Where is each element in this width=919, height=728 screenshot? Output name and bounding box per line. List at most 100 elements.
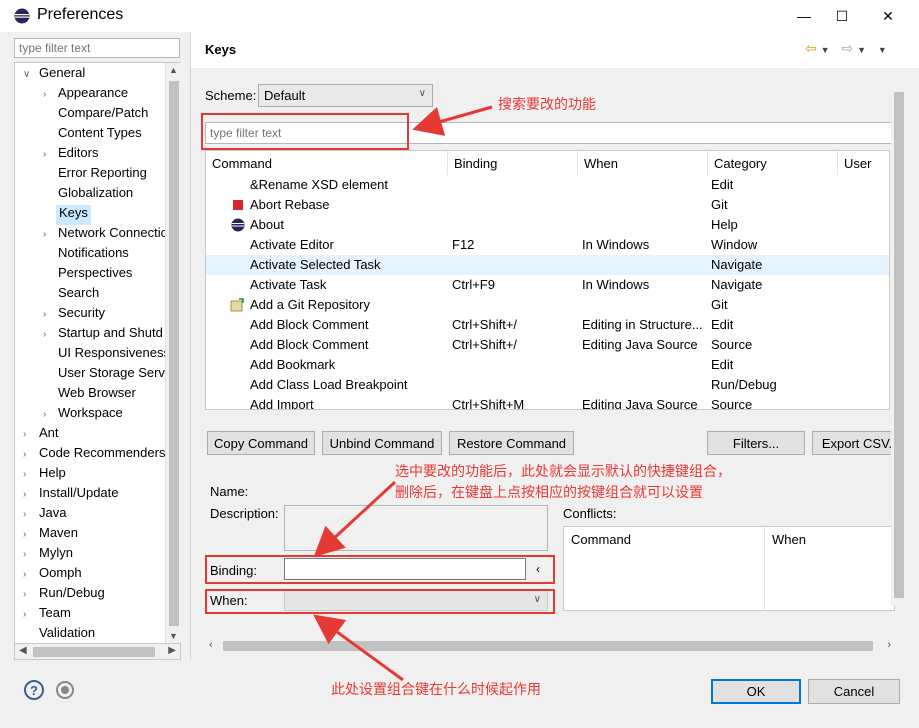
chevron-right-icon[interactable]: ›	[23, 449, 33, 460]
scroll-up-icon[interactable]: ▲	[169, 65, 178, 75]
column-header-when[interactable]: When	[578, 151, 708, 175]
column-header-user[interactable]: User	[838, 151, 889, 175]
tree-item-install-update[interactable]: Install/Update	[39, 485, 119, 505]
preferences-tree: ∨ General › Appearance Compare/Patch Con…	[14, 62, 181, 644]
tree-item-ant[interactable]: Ant	[39, 425, 59, 445]
conflicts-header-command[interactable]: Command	[571, 532, 631, 547]
pane-divider[interactable]	[190, 32, 191, 660]
scroll-thumb[interactable]	[223, 641, 873, 651]
table-row[interactable]: Add Bookmark Edit	[206, 355, 889, 375]
conflicts-header-when[interactable]: When	[772, 532, 806, 547]
scroll-left-icon[interactable]: ‹	[209, 639, 213, 651]
tree-item-ui-responsiveness[interactable]: UI Responsiveness	[58, 345, 170, 365]
scroll-left-icon[interactable]: ◀	[19, 645, 27, 656]
chevron-right-icon[interactable]: ›	[43, 89, 53, 100]
table-row[interactable]: Add a Git Repository Git	[206, 295, 889, 315]
chevron-right-icon[interactable]: ›	[23, 509, 33, 520]
unbind-command-button[interactable]: Unbind Command	[322, 431, 442, 455]
table-row-selected[interactable]: Activate Selected Task Navigate	[206, 255, 889, 275]
tree-item-perspectives[interactable]: Perspectives	[58, 265, 132, 285]
tree-item-content-types[interactable]: Content Types	[58, 125, 142, 145]
scroll-down-icon[interactable]: ▼	[169, 631, 178, 641]
tree-item-oomph[interactable]: Oomph	[39, 565, 82, 585]
scroll-thumb[interactable]	[169, 81, 179, 626]
tree-item-general[interactable]: General	[39, 65, 85, 85]
tree-item-editors[interactable]: Editors	[58, 145, 98, 165]
restore-command-button[interactable]: Restore Command	[449, 431, 574, 455]
scheme-select[interactable]: Default ∨	[258, 84, 433, 107]
tree-item-maven[interactable]: Maven	[39, 525, 78, 545]
tree-item-network[interactable]: Network Connectio	[58, 225, 168, 245]
table-row[interactable]: &Rename XSD element Edit	[206, 175, 889, 195]
table-row[interactable]: Add Class Load Breakpoint Run/Debug	[206, 375, 889, 395]
chevron-right-icon[interactable]: ›	[43, 329, 53, 340]
tree-item-code-recommenders[interactable]: Code Recommenders	[39, 445, 165, 465]
scroll-thumb[interactable]	[33, 647, 155, 657]
tree-item-help[interactable]: Help	[39, 465, 66, 485]
table-row[interactable]: Activate Task Ctrl+F9 In Windows Navigat…	[206, 275, 889, 295]
scroll-right-icon[interactable]: ▶	[168, 645, 176, 656]
chevron-down-icon[interactable]: ▼	[821, 45, 830, 55]
copy-command-button[interactable]: Copy Command	[207, 431, 315, 455]
tree-horizontal-scrollbar[interactable]: ◀ ▶	[14, 644, 181, 660]
sort-ascending-icon: ˆ	[324, 150, 328, 159]
chevron-right-icon[interactable]: ›	[23, 469, 33, 480]
back-arrow-icon[interactable]: ⇦	[805, 40, 817, 56]
chevron-right-icon[interactable]: ›	[43, 309, 53, 320]
chevron-right-icon[interactable]: ›	[43, 149, 53, 160]
forward-arrow-icon[interactable]: ⇨	[841, 40, 853, 56]
tree-item-mylyn[interactable]: Mylyn	[39, 545, 73, 565]
table-row[interactable]: Add Block Comment Ctrl+Shift+/ Editing i…	[206, 315, 889, 335]
tree-item-validation[interactable]: Validation	[39, 625, 95, 643]
view-menu-icon[interactable]: ▼	[878, 45, 887, 55]
filters-button[interactable]: Filters...	[707, 431, 805, 455]
scroll-right-icon[interactable]: ›	[887, 639, 891, 651]
scroll-thumb[interactable]	[894, 92, 904, 598]
chevron-right-icon[interactable]: ›	[23, 529, 33, 540]
tree-item-java[interactable]: Java	[39, 505, 66, 525]
tree-vertical-scrollbar[interactable]: ▲ ▼	[165, 63, 181, 643]
column-header-category[interactable]: Category	[708, 151, 838, 175]
annotation-box-binding	[205, 555, 555, 584]
tree-item-web-browser[interactable]: Web Browser	[58, 385, 136, 405]
table-row[interactable]: Abort Rebase Git	[206, 195, 889, 215]
table-row[interactable]: Add Import Ctrl+Shift+M Editing Java Sou…	[206, 395, 889, 409]
table-row[interactable]: Add Block Comment Ctrl+Shift+/ Editing J…	[206, 335, 889, 355]
left-filter-input[interactable]	[14, 38, 180, 58]
tree-item-keys[interactable]: Keys	[56, 205, 91, 225]
tree-item-startup[interactable]: Startup and Shutd	[58, 325, 163, 345]
chevron-right-icon[interactable]: ›	[23, 549, 33, 560]
chevron-right-icon[interactable]: ›	[43, 409, 53, 420]
chevron-right-icon[interactable]: ›	[23, 589, 33, 600]
tree-item-run-debug[interactable]: Run/Debug	[39, 585, 105, 605]
cancel-button[interactable]: Cancel	[808, 679, 900, 704]
tree-item-error-reporting[interactable]: Error Reporting	[58, 165, 147, 185]
export-csv-button[interactable]: Export CSV.	[812, 431, 902, 455]
tree-item-search[interactable]: Search	[58, 285, 99, 305]
chevron-right-icon[interactable]: ›	[23, 609, 33, 620]
chevron-down-icon[interactable]: ▼	[857, 45, 866, 55]
tree-item-compare-patch[interactable]: Compare/Patch	[58, 105, 148, 125]
record-icon[interactable]	[56, 681, 74, 699]
chevron-right-icon[interactable]: ›	[43, 229, 53, 240]
tree-item-globalization[interactable]: Globalization	[58, 185, 133, 205]
tree-item-team[interactable]: Team	[39, 605, 71, 625]
chevron-right-icon[interactable]: ›	[23, 569, 33, 580]
ok-button[interactable]: OK	[711, 679, 801, 704]
tree-item-security[interactable]: Security	[58, 305, 105, 325]
column-header-binding[interactable]: Binding	[448, 151, 578, 175]
tree-item-notifications[interactable]: Notifications	[58, 245, 129, 265]
tree-item-appearance[interactable]: Appearance	[58, 85, 128, 105]
chevron-right-icon[interactable]: ›	[23, 429, 33, 440]
help-icon[interactable]: ?	[24, 680, 44, 700]
close-button[interactable]: ✕	[865, 0, 911, 32]
maximize-button[interactable]: ☐	[819, 0, 865, 32]
chevron-down-icon[interactable]: ∨	[23, 69, 33, 80]
page-horizontal-scrollbar[interactable]: ‹ ›	[205, 637, 895, 655]
table-row[interactable]: Activate Editor F12 In Windows Window	[206, 235, 889, 255]
page-vertical-scrollbar[interactable]	[891, 76, 907, 606]
tree-item-workspace[interactable]: Workspace	[58, 405, 123, 425]
chevron-right-icon[interactable]: ›	[23, 489, 33, 500]
table-row[interactable]: About Help	[206, 215, 889, 235]
tree-item-user-storage[interactable]: User Storage Serv	[58, 365, 165, 385]
